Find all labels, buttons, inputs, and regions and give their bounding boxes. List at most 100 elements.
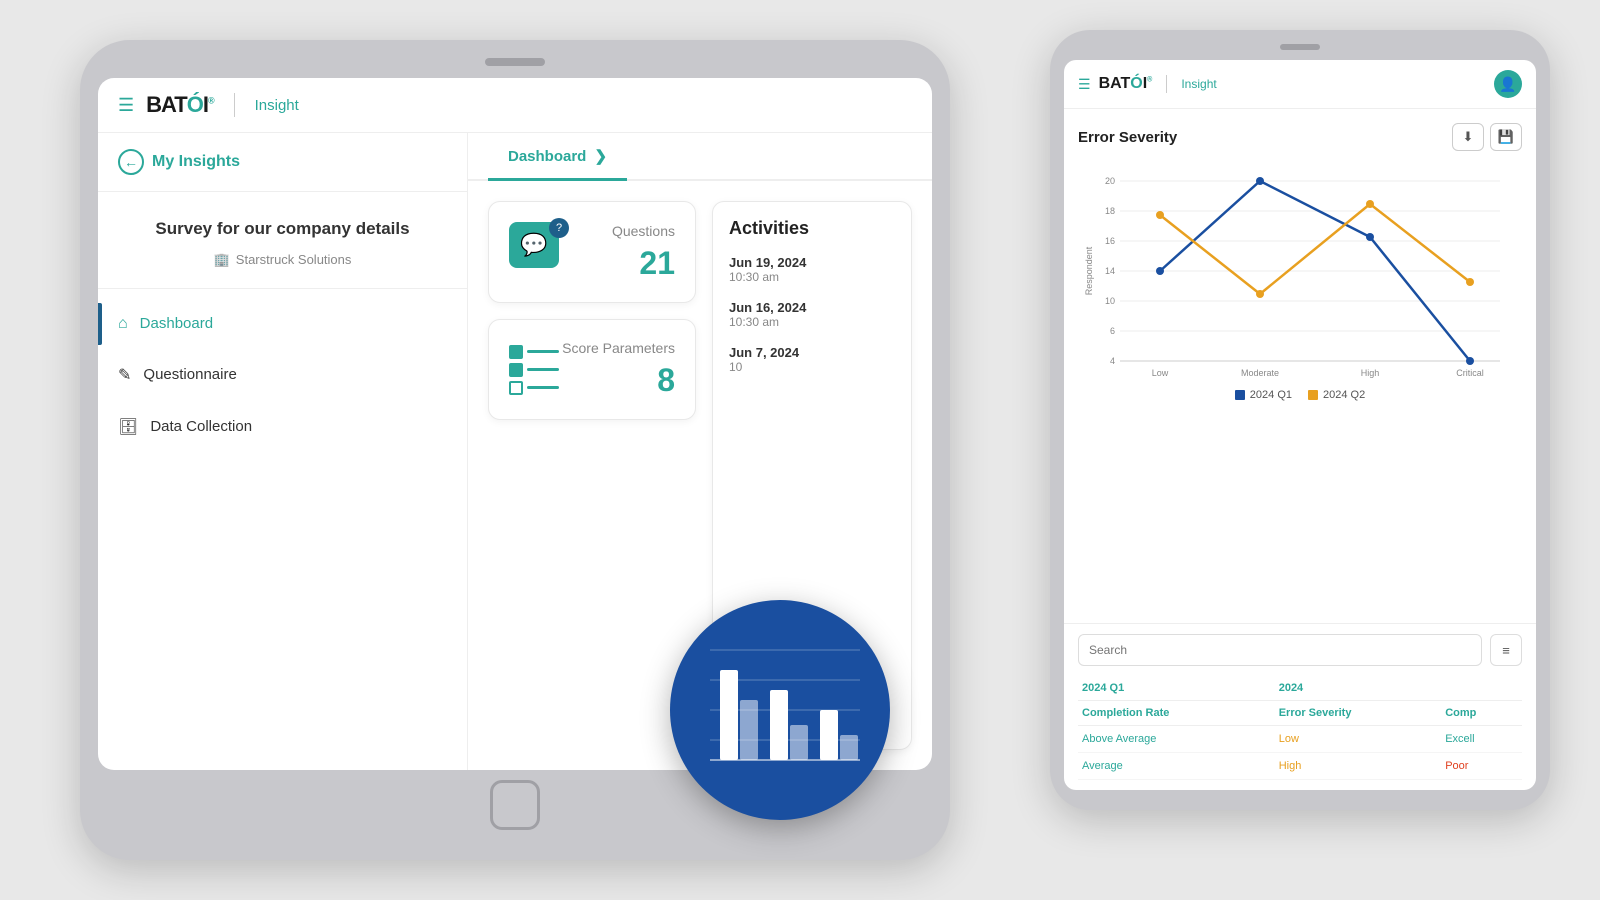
questions-label: Questions bbox=[612, 223, 675, 239]
legend-q1-dot bbox=[1235, 390, 1245, 400]
activity-date-3: Jun 7, 2024 bbox=[729, 345, 895, 360]
td-comp-2: Poor bbox=[1441, 753, 1522, 780]
svg-text:High: High bbox=[1361, 368, 1380, 378]
checkbox-2 bbox=[509, 363, 523, 377]
th-completion-rate: Completion Rate bbox=[1078, 701, 1275, 726]
th-empty bbox=[1441, 676, 1522, 701]
sidebar-item-dashboard[interactable]: ⌂ Dashboard bbox=[98, 299, 467, 349]
sidebar-item-questionnaire[interactable]: ✎ Questionnaire bbox=[98, 349, 467, 401]
score-icon-area bbox=[509, 347, 559, 393]
save-button[interactable]: 💾 bbox=[1490, 123, 1522, 151]
score-parameters-value: 8 bbox=[562, 362, 675, 399]
home-button[interactable] bbox=[490, 780, 540, 830]
score-parameters-card: Score Parameters 8 bbox=[488, 319, 696, 420]
svg-text:Respondent: Respondent bbox=[1084, 246, 1094, 295]
bar-1 bbox=[720, 670, 738, 760]
chart-legend: 2024 Q1 2024 Q2 bbox=[1078, 389, 1522, 401]
td-comp-1: Excell bbox=[1441, 726, 1522, 753]
search-input[interactable] bbox=[1089, 643, 1471, 657]
td-completion-rate-1: Above Average bbox=[1078, 726, 1275, 753]
tablet-small: ☰ BATÓI® Insight 👤 Error Severity ⬇ 💾 bbox=[1050, 30, 1550, 810]
survey-company: 🏢 Starstruck Solutions bbox=[118, 252, 447, 268]
cards-column: 💬 ? Questions 21 bbox=[488, 201, 696, 750]
tab-dashboard[interactable]: Dashboard ❯ bbox=[488, 133, 627, 179]
header-divider bbox=[234, 93, 235, 117]
my-insights-button[interactable]: ← My Insights bbox=[98, 133, 467, 192]
building-icon: 🏢 bbox=[214, 252, 230, 268]
dashboard-label: Dashboard bbox=[140, 315, 213, 332]
app-header: ☰ BATÓI® Insight bbox=[98, 78, 932, 133]
bar-4 bbox=[790, 725, 808, 760]
small-insight-label: Insight bbox=[1181, 77, 1216, 91]
small-header-divider bbox=[1166, 75, 1167, 93]
th-error-severity: Error Severity bbox=[1275, 701, 1442, 726]
q2-dot-moderate bbox=[1256, 290, 1264, 298]
svg-text:16: 16 bbox=[1105, 236, 1115, 246]
line-chart: Respondent 20 18 16 14 bbox=[1078, 161, 1522, 381]
score-line-3 bbox=[527, 386, 559, 389]
bar-6 bbox=[840, 735, 858, 760]
small-app-header: ☰ BATÓI® Insight 👤 bbox=[1064, 60, 1536, 109]
activity-time-1: 10:30 am bbox=[729, 270, 895, 284]
questions-icon-area: 💬 ? bbox=[509, 222, 569, 282]
q1-dot-moderate bbox=[1256, 177, 1264, 185]
svg-text:6: 6 bbox=[1110, 326, 1115, 336]
score-line-1 bbox=[527, 350, 559, 353]
home-icon: ⌂ bbox=[118, 315, 128, 333]
svg-text:18: 18 bbox=[1105, 206, 1115, 216]
circle-badge bbox=[670, 600, 890, 820]
avatar[interactable]: 👤 bbox=[1494, 70, 1522, 98]
activity-item-1: Jun 19, 2024 10:30 am bbox=[729, 255, 895, 284]
survey-title: Survey for our company details bbox=[118, 216, 447, 242]
questions-card: 💬 ? Questions 21 bbox=[488, 201, 696, 303]
legend-q1: 2024 Q1 bbox=[1235, 389, 1292, 401]
questions-value: 21 bbox=[612, 245, 675, 282]
svg-text:10: 10 bbox=[1105, 296, 1115, 306]
table-row: Average High Poor bbox=[1078, 753, 1522, 780]
data-table: 2024 Q1 2024 Completion Rate Error Sever… bbox=[1078, 676, 1522, 780]
q2-line bbox=[1160, 204, 1470, 294]
logo: BATÓI® bbox=[146, 92, 213, 118]
download-button[interactable]: ⬇ bbox=[1452, 123, 1484, 151]
activity-item-2: Jun 16, 2024 10:30 am bbox=[729, 300, 895, 329]
td-completion-rate-2: Average bbox=[1078, 753, 1275, 780]
chart-buttons: ⬇ 💾 bbox=[1452, 123, 1522, 151]
th-comp: Comp bbox=[1441, 701, 1522, 726]
data-collection-label: Data Collection bbox=[150, 418, 252, 435]
chart-header: Error Severity ⬇ 💾 bbox=[1078, 123, 1522, 151]
data-collection-icon: 🗄 bbox=[118, 417, 138, 437]
sidebar-item-data-collection[interactable]: 🗄 Data Collection bbox=[98, 401, 467, 453]
svg-text:Low: Low bbox=[1152, 368, 1169, 378]
activity-date-2: Jun 16, 2024 bbox=[729, 300, 895, 315]
svg-text:Moderate: Moderate bbox=[1241, 368, 1279, 378]
bar-5 bbox=[820, 710, 838, 760]
sidebar: ← My Insights Survey for our company det… bbox=[98, 133, 468, 770]
activity-item-3: Jun 7, 2024 10 bbox=[729, 345, 895, 374]
my-insights-label: My Insights bbox=[152, 153, 240, 171]
bar-2 bbox=[740, 700, 758, 760]
search-input-wrap[interactable] bbox=[1078, 634, 1482, 666]
small-logo: BATÓI® bbox=[1099, 75, 1153, 93]
table-section: ≡ 2024 Q1 2024 Completion Rate Error Sev… bbox=[1064, 623, 1536, 790]
legend-q2: 2024 Q2 bbox=[1308, 389, 1365, 401]
survey-info: Survey for our company details 🏢 Starstr… bbox=[98, 192, 467, 289]
questionnaire-label: Questionnaire bbox=[143, 366, 236, 383]
activity-time-3: 10 bbox=[729, 360, 895, 374]
bar-3 bbox=[770, 690, 788, 760]
menu-icon[interactable]: ☰ bbox=[118, 95, 134, 116]
list-view-button[interactable]: ≡ bbox=[1490, 634, 1522, 666]
question-badge: ? bbox=[549, 218, 569, 238]
th-2024: 2024 bbox=[1275, 676, 1442, 701]
q1-dot-critical bbox=[1466, 357, 1474, 365]
q1-dot-low bbox=[1156, 267, 1164, 275]
chart-title: Error Severity bbox=[1078, 129, 1177, 146]
table-row: Above Average Low Excell bbox=[1078, 726, 1522, 753]
nav-items: ⌂ Dashboard ✎ Questionnaire 🗄 Data Colle… bbox=[98, 289, 467, 771]
activity-time-2: 10:30 am bbox=[729, 315, 895, 329]
back-icon: ← bbox=[118, 149, 144, 175]
td-error-severity-2: High bbox=[1275, 753, 1442, 780]
small-menu-icon[interactable]: ☰ bbox=[1078, 76, 1091, 93]
svg-text:14: 14 bbox=[1105, 266, 1115, 276]
company-name: Starstruck Solutions bbox=[236, 252, 352, 267]
questionnaire-icon: ✎ bbox=[118, 365, 131, 385]
